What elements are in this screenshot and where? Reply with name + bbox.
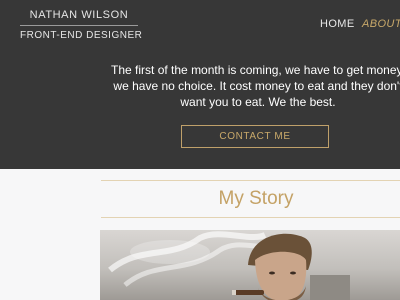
section-title: My Story	[218, 188, 294, 209]
contact-me-button[interactable]: CONTACT ME	[181, 125, 329, 148]
hero-tagline: The first of the month is coming, we hav…	[98, 62, 400, 110]
tagline-line: we have no choice. It cost money to eat …	[113, 79, 400, 93]
section-divider-top	[101, 180, 400, 181]
story-photo	[100, 230, 400, 300]
section-divider-bottom	[101, 217, 400, 218]
brand-name: NATHAN WILSON	[29, 9, 129, 21]
tagline-line: The first of the month is coming, we hav…	[111, 63, 400, 77]
brand-title: FRONT-END DESIGNER	[20, 30, 143, 41]
portrait-image	[108, 231, 350, 300]
hero-section: NATHAN WILSON FRONT-END DESIGNER HOME AB…	[0, 0, 400, 169]
nav-item-about[interactable]: ABOUT	[362, 18, 400, 30]
nav-item-home[interactable]: HOME	[320, 18, 355, 30]
brand-divider	[20, 25, 138, 26]
tagline-line: want you to eat. We the best.	[180, 95, 336, 109]
